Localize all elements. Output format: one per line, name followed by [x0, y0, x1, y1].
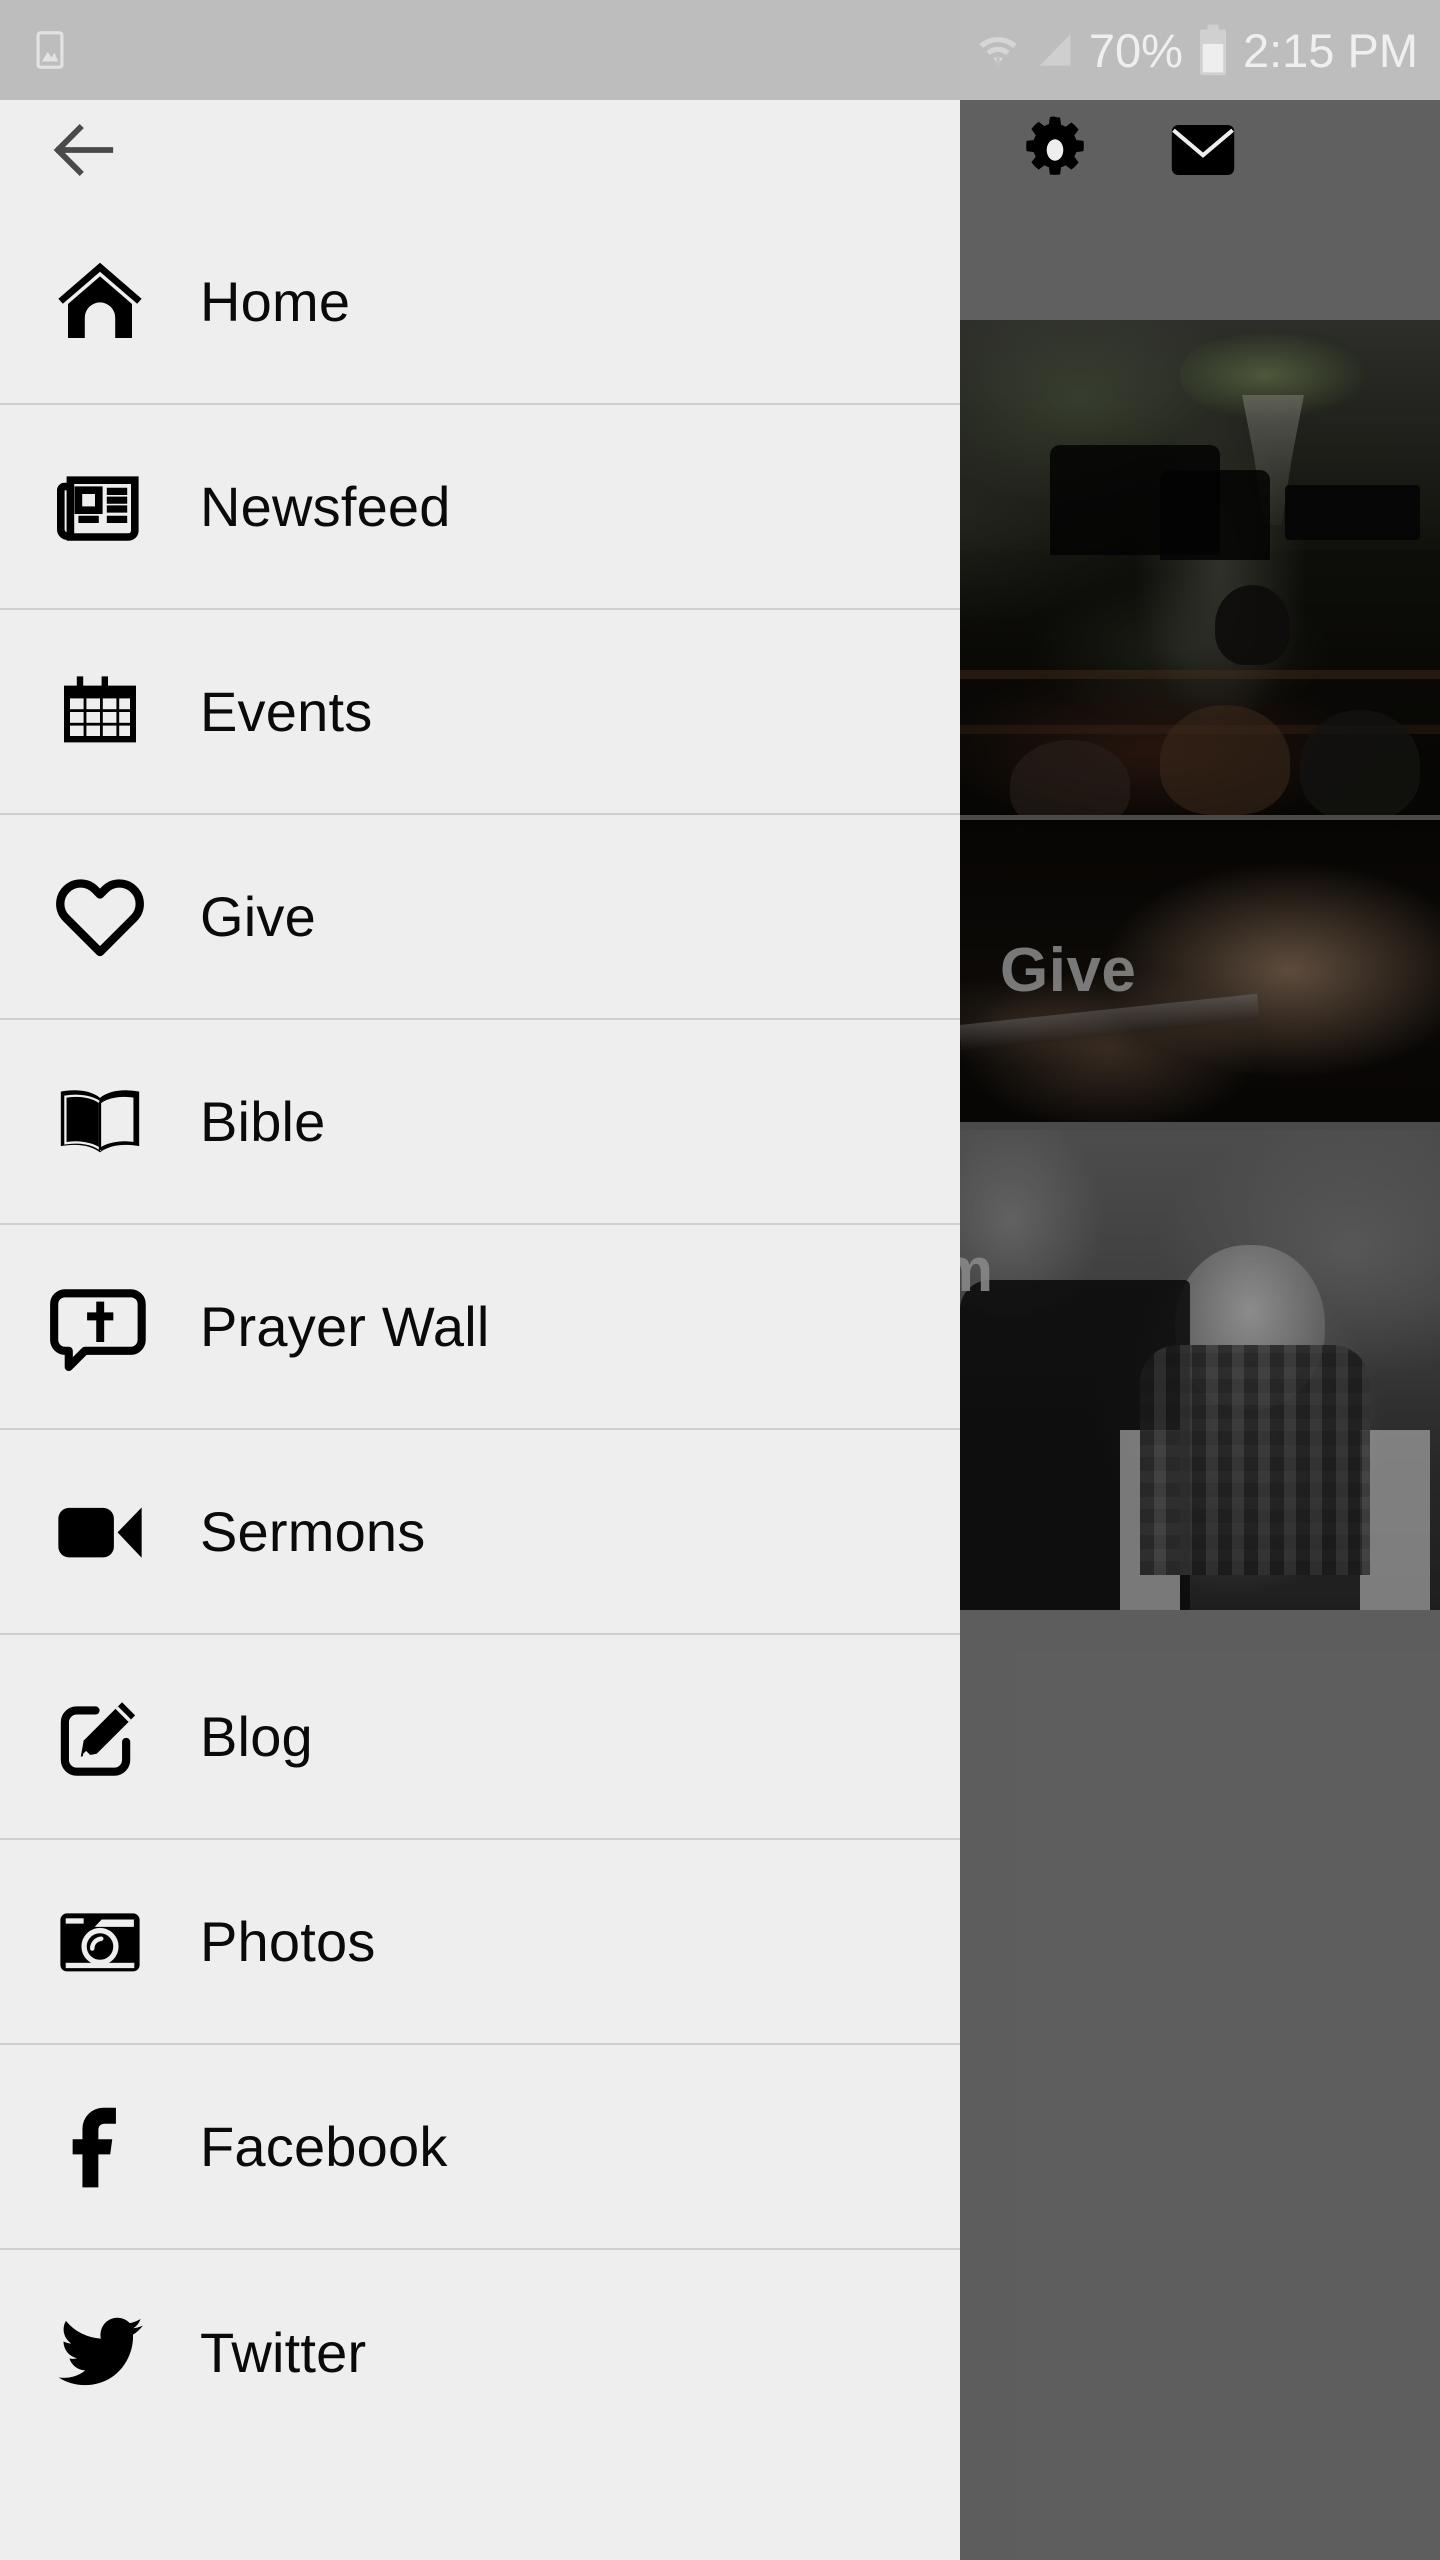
give-tile-label: Give — [1000, 936, 1137, 1005]
newspaper-icon — [0, 459, 200, 555]
app-bar — [0, 100, 960, 200]
cellular-signal-icon — [1033, 28, 1077, 72]
family-child-sleeve — [1360, 1430, 1430, 1610]
speech-bubble-cross-icon — [0, 1277, 200, 1377]
drawer-item-label: Home — [200, 269, 351, 333]
sanctuary-pew — [955, 670, 1440, 679]
back-button[interactable] — [24, 100, 144, 200]
app-screen: Give m Home Newsfeed Events Give Bible P… — [0, 0, 1440, 2560]
drawer-item-label: Sermons — [200, 1499, 426, 1563]
drawer-item-label: Twitter — [200, 2320, 367, 2384]
battery-icon — [1195, 22, 1231, 78]
sanctuary-person — [1160, 705, 1290, 815]
drawer-item-sermons[interactable]: Sermons — [0, 1430, 960, 1635]
wifi-icon — [975, 27, 1021, 73]
sanctuary-chair — [1160, 470, 1270, 560]
settings-gear-button[interactable] — [1016, 111, 1094, 189]
heart-icon — [0, 867, 200, 967]
drawer-item-label: Photos — [200, 1909, 376, 1973]
drawer-item-label: Events — [200, 679, 373, 743]
app-bar-actions — [960, 100, 1440, 200]
drawer-item-events[interactable]: Events — [0, 610, 960, 815]
drawer-item-facebook[interactable]: Facebook — [0, 2045, 960, 2250]
battery-percent-label: 70% — [1088, 23, 1183, 77]
settings-gear-icon — [1016, 111, 1094, 189]
navigation-drawer: Home Newsfeed Events Give Bible Prayer W… — [0, 200, 960, 2560]
sanctuary-person — [1010, 740, 1130, 820]
twitter-bird-icon — [0, 2304, 200, 2402]
open-book-icon — [0, 1072, 200, 1172]
drawer-item-label: Facebook — [200, 2114, 448, 2178]
drawer-item-label: Newsfeed — [200, 474, 451, 538]
photo-gallery-icon — [28, 28, 72, 72]
drawer-item-photos[interactable]: Photos — [0, 1840, 960, 2045]
clock-label: 2:15 PM — [1242, 23, 1418, 77]
family-child-vest — [1140, 1345, 1370, 1575]
drawer-item-give[interactable]: Give — [0, 815, 960, 1020]
video-camera-icon — [0, 1483, 200, 1581]
facebook-icon — [0, 2098, 200, 2196]
status-bar: 70% 2:15 PM — [0, 0, 1440, 100]
mail-envelope-icon — [1164, 111, 1242, 189]
drawer-item-newsfeed[interactable]: Newsfeed — [0, 405, 960, 610]
drawer-item-label: Bible — [200, 1089, 326, 1153]
sanctuary-screen — [1285, 485, 1420, 540]
pencil-square-icon — [0, 1688, 200, 1786]
status-bar-right: 70% 2:15 PM — [975, 0, 1418, 100]
drawer-item-home[interactable]: Home — [0, 200, 960, 405]
home-icon — [0, 254, 200, 350]
drawer-item-prayer-wall[interactable]: Prayer Wall — [0, 1225, 960, 1430]
calendar-icon — [0, 664, 200, 760]
sanctuary-person — [1215, 585, 1290, 665]
drawer-item-label: Prayer Wall — [200, 1294, 490, 1358]
mail-envelope-button[interactable] — [1164, 111, 1242, 189]
back-arrow-icon — [47, 113, 121, 187]
sanctuary-person — [1300, 710, 1420, 820]
status-bar-left — [28, 0, 72, 100]
drawer-item-twitter[interactable]: Twitter — [0, 2250, 960, 2455]
camera-icon — [0, 1893, 200, 1991]
drawer-item-label: Give — [200, 884, 316, 948]
drawer-item-blog[interactable]: Blog — [0, 1635, 960, 1840]
drawer-item-bible[interactable]: Bible — [0, 1020, 960, 1225]
drawer-item-label: Blog — [200, 1704, 313, 1768]
